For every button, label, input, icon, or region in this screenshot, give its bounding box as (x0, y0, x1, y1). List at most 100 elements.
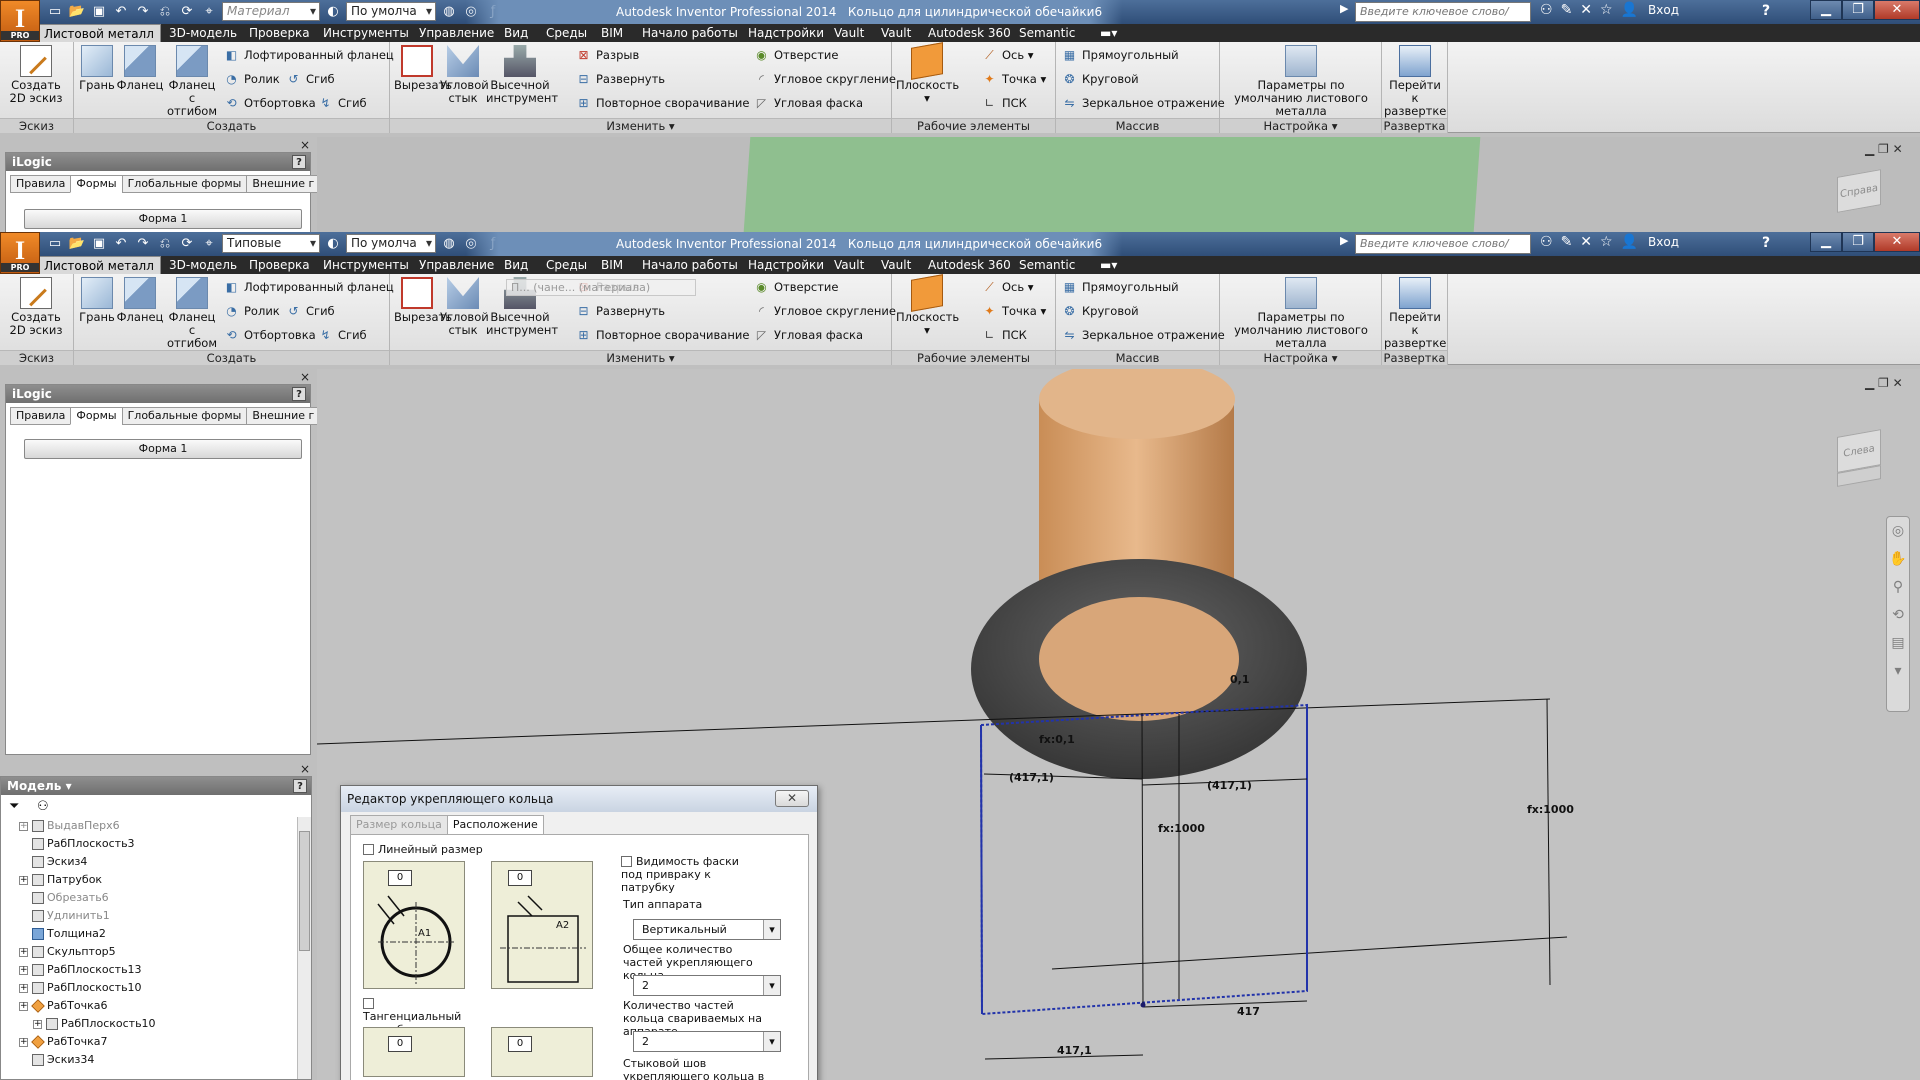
expand-toggle-icon[interactable]: + (19, 1001, 28, 1011)
inventor-logo[interactable]: I PRO (0, 232, 40, 274)
dim-417-1-left[interactable]: (417,1) (1009, 771, 1054, 784)
select-icon[interactable]: ⌖ (200, 3, 218, 21)
undo-icon[interactable]: ↶ (112, 235, 130, 253)
binoculars-icon[interactable]: ⚇ (1540, 2, 1553, 18)
face-button[interactable]: Грань (76, 277, 118, 324)
flange-button[interactable]: Фланец (116, 277, 164, 324)
tab-vault-2[interactable]: Vault (881, 24, 911, 42)
expand-toggle-icon[interactable]: + (19, 947, 28, 957)
select-icon[interactable]: ⌖ (200, 235, 218, 253)
tab-extra-icon[interactable]: ▬▾ (1100, 24, 1117, 42)
tools-icon[interactable]: ✎ (1561, 234, 1573, 250)
redo-icon[interactable]: ↷ (134, 3, 152, 21)
tree-item[interactable]: Эскиз4 (19, 853, 87, 871)
tab-rules[interactable]: Правила (10, 407, 72, 425)
tab-environments[interactable]: Среды (546, 256, 587, 274)
bend-button[interactable]: ↺ Сгиб (286, 70, 334, 88)
dim-fx-1000-center[interactable]: fx:1000 (1158, 822, 1205, 835)
user-icon[interactable]: 👤 (1621, 2, 1638, 18)
flange-button[interactable]: Фланец (116, 45, 164, 92)
steering-wheel-icon[interactable]: ◎ (1887, 517, 1909, 545)
dim-417-1-right[interactable]: (417,1) (1207, 779, 1252, 792)
star-icon[interactable]: ☆ (1600, 234, 1613, 250)
circular-pattern-button[interactable]: ❂ Круговой (1062, 302, 1138, 320)
open-icon[interactable]: 📂 (68, 235, 86, 253)
signin-link[interactable]: Вход (1648, 235, 1679, 249)
expand-toggle-icon[interactable]: + (19, 875, 28, 885)
rect-pattern-button[interactable]: ▦ Прямоугольный (1062, 278, 1179, 296)
roll-button[interactable]: ◔ Ролик (224, 70, 280, 88)
create-sketch-button[interactable]: Создать 2D эскиз (6, 277, 66, 337)
material-select[interactable]: Типовые (222, 234, 320, 253)
tab-autodesk-360[interactable]: Autodesk 360 (928, 256, 1011, 274)
clear-appearance-icon[interactable]: ◍ (440, 3, 458, 21)
loft-flange-button[interactable]: ◧ Лофтированный фланец (224, 46, 394, 64)
pan-icon[interactable]: ✋ (1887, 545, 1909, 573)
appearance-select[interactable]: По умолча (346, 234, 436, 253)
viewport-window-controls[interactable]: ▁ ❐ ✕ (1865, 376, 1903, 390)
tab-tools[interactable]: Инструменты (323, 24, 409, 42)
pane-close-icon[interactable]: × (300, 138, 310, 152)
axis-button[interactable]: ⟋ Ось ▾ (982, 278, 1033, 296)
tab-vault[interactable]: Vault (834, 24, 864, 42)
punch-tool-button[interactable]: Высечной инструмент (486, 45, 558, 105)
sheet-metal-defaults-button[interactable]: Параметры по умолчанию листового металла (1222, 277, 1380, 350)
bend-button[interactable]: ↺ Сгиб (286, 302, 334, 320)
create-sketch-button[interactable]: Создать 2D эскиз (6, 45, 66, 105)
tab-vault-2[interactable]: Vault (881, 256, 911, 274)
face-button[interactable]: Грань (76, 45, 118, 92)
dim-417[interactable]: 417 (1237, 1005, 1260, 1018)
tab-get-started[interactable]: Начало работы (642, 24, 738, 42)
parts-total-select[interactable]: 2 (633, 975, 781, 996)
undo-icon[interactable]: ↶ (112, 3, 130, 21)
rip-button[interactable]: ⊠Разрыв (576, 46, 639, 64)
binoculars-icon[interactable]: ⚇ (37, 799, 49, 814)
tab-global-forms[interactable]: Глобальные формы (121, 175, 248, 193)
corner-seam-button[interactable]: Угловой стык (440, 45, 489, 105)
dim-417-1-bottom[interactable]: 417,1 (1057, 1044, 1092, 1057)
expand-toggle-icon[interactable]: + (19, 821, 28, 831)
expand-toggle-icon[interactable]: + (19, 965, 28, 975)
unfold-button[interactable]: ⊟ Развернуть (576, 70, 665, 88)
tab-extra-icon[interactable]: ▬▾ (1100, 256, 1117, 274)
hole-button[interactable]: ◉ Отверстие (754, 278, 838, 296)
form-1-button[interactable]: Форма 1 (24, 209, 302, 229)
setup-group-label[interactable]: Настройка ▾ (1220, 350, 1381, 365)
tree-item[interactable]: + ВыдавПерх6 (19, 817, 120, 835)
look-at-icon[interactable]: ▤ (1887, 629, 1909, 657)
binoculars-icon[interactable]: ⚇ (1540, 234, 1553, 250)
refold-button[interactable]: ⊞ Повторное сворачивание (576, 326, 749, 344)
close-button[interactable]: ✕ (1874, 0, 1920, 20)
tree-item[interactable]: + РабТочка7 (19, 1033, 108, 1051)
x-tools-icon[interactable]: ✕ (1580, 2, 1592, 18)
dialog-close-button[interactable]: ✕ (775, 790, 809, 807)
point-button[interactable]: ✦ Точка ▾ (982, 70, 1046, 88)
tab-rules[interactable]: Правила (10, 175, 72, 193)
tree-item[interactable]: + РабПлоскость10 (19, 979, 142, 997)
tab-bim[interactable]: BIM (601, 24, 623, 42)
model-scrollbar[interactable] (297, 817, 311, 1079)
x-tools-icon[interactable]: ✕ (1580, 234, 1592, 250)
maximize-button[interactable]: ❐ (1842, 0, 1874, 20)
model-pane-close-icon[interactable]: × (300, 762, 310, 776)
search-input[interactable]: Введите ключевое слово/фразу (1355, 234, 1531, 268)
tab-forms[interactable]: Формы (70, 175, 123, 193)
viewport-back[interactable]: Справа ▁ ❐ ✕ (317, 137, 1920, 232)
modify-group-label[interactable]: Изменить ▾ (390, 118, 891, 133)
roll-button[interactable]: ◔ Ролик (224, 302, 280, 320)
minimize-button[interactable]: ▁ (1810, 0, 1842, 20)
cut-button[interactable]: Вырезать (394, 45, 452, 92)
loft-flange-button[interactable]: ◧ Лофтированный фланец (224, 278, 394, 296)
material-select[interactable]: Материал (222, 2, 320, 21)
tab-view[interactable]: Вид (504, 24, 528, 42)
tab-get-started[interactable]: Начало работы (642, 256, 738, 274)
minimize-button[interactable]: ▁ (1810, 232, 1842, 252)
linear-dimension-checkbox[interactable]: Линейный размер (363, 843, 483, 856)
circular-pattern-button[interactable]: ❂ Круговой (1062, 70, 1138, 88)
viewcube-back[interactable]: Справа (1827, 161, 1891, 232)
tree-item[interactable]: РабПлоскость3 (19, 835, 135, 853)
rect-pattern-button[interactable]: ▦ Прямоугольный (1062, 46, 1179, 64)
tree-item[interactable]: + Патрубок (19, 871, 102, 889)
viewport-window-controls[interactable]: ▁ ❐ ✕ (1865, 142, 1903, 156)
tab-sheet-metal[interactable]: Листовой металл (37, 256, 161, 274)
